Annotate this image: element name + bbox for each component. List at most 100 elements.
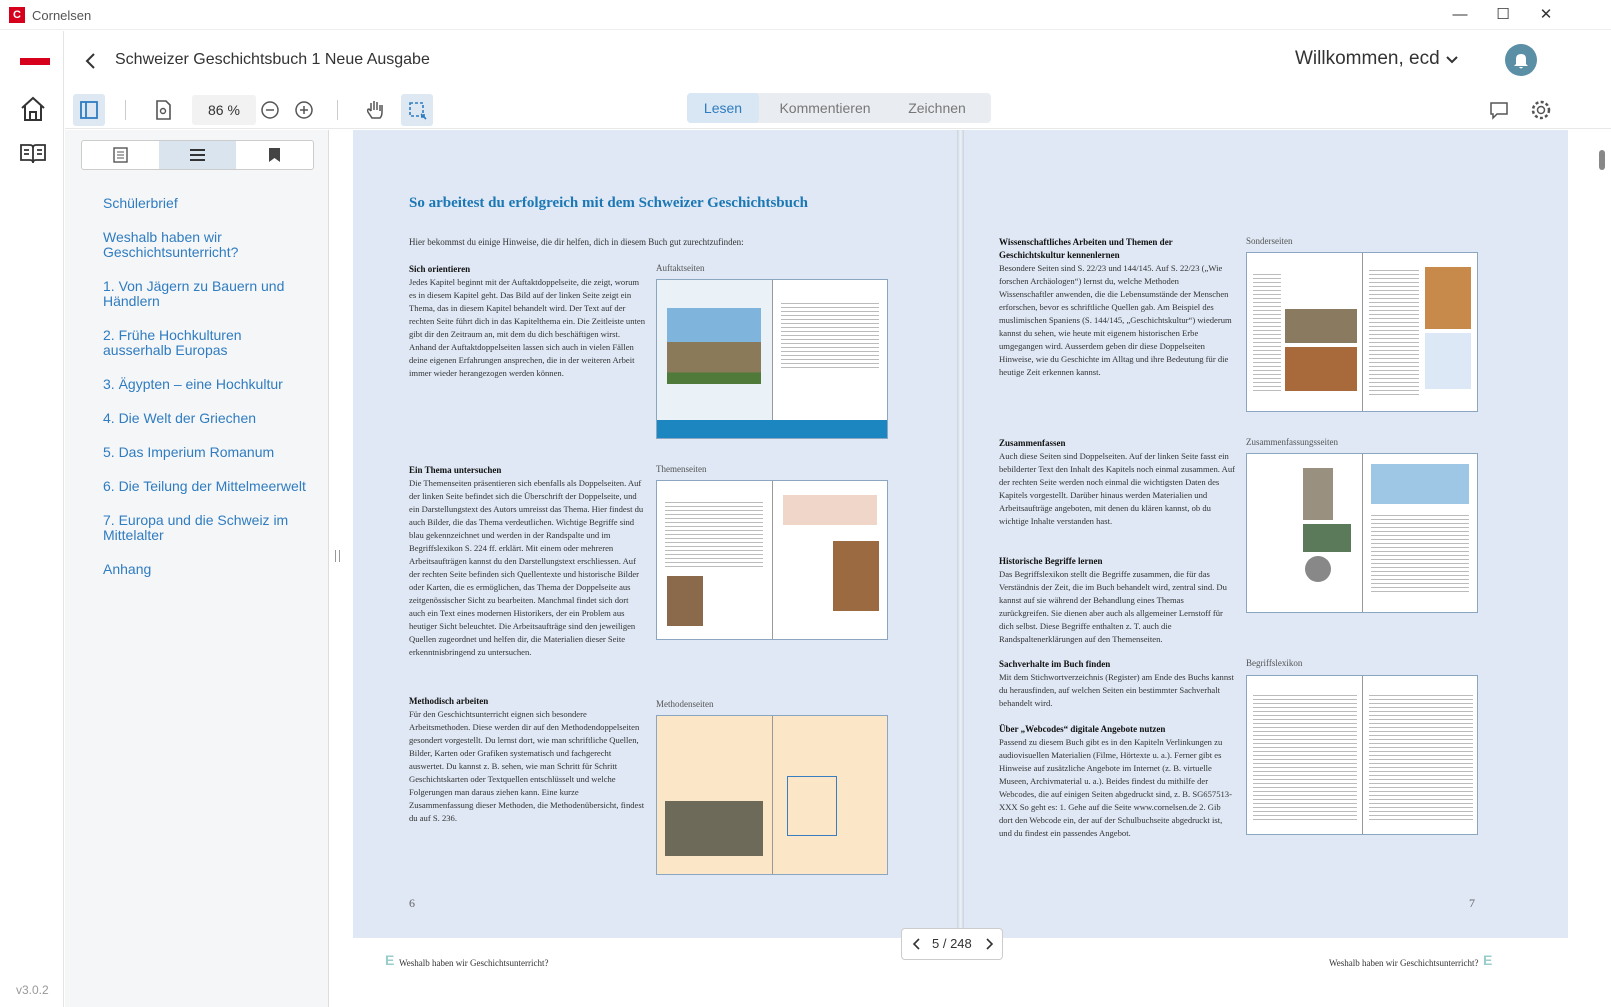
- photo: [1285, 309, 1357, 343]
- zoom-out-button[interactable]: [254, 94, 286, 126]
- thumb-left-half: [1247, 676, 1362, 834]
- fit-page-button[interactable]: [147, 94, 179, 126]
- pan-tool-button[interactable]: [359, 94, 391, 126]
- section-text: Passend zu diesem Buch gibt es in den Ka…: [999, 737, 1232, 838]
- painting: [667, 576, 703, 626]
- section-begriffe: Historische Begriffe lernen Das Begriffs…: [999, 555, 1235, 646]
- toc-item[interactable]: Schülerbrief: [103, 196, 313, 211]
- page-indicator[interactable]: 5 / 248: [932, 936, 972, 951]
- zoom-select[interactable]: 86 %: [192, 95, 256, 125]
- toc-item[interactable]: 4. Die Welt der Griechen: [103, 411, 313, 426]
- book-title: Schweizer Geschichtsbuch 1 Neue Ausgabe: [115, 51, 430, 68]
- historical-painting: [665, 801, 763, 856]
- selection-icon: [409, 102, 427, 120]
- tower-photo: [1425, 267, 1471, 329]
- toc-item[interactable]: 7. Europa und die Schweiz im Mittelalter: [103, 513, 313, 543]
- footer-mark: E: [1483, 952, 1493, 968]
- tab-zeichnen[interactable]: Zeichnen: [891, 93, 983, 123]
- tab-kommentieren[interactable]: Kommentieren: [767, 93, 883, 123]
- statue-photo: [1303, 468, 1333, 520]
- tab-bookmarks[interactable]: [236, 141, 313, 169]
- cornelsen-logo-icon: C: [9, 7, 25, 23]
- thumbnail-zusammenfassungsseiten: [1246, 453, 1478, 613]
- section-title: Historische Begriffe lernen: [999, 556, 1103, 566]
- close-button[interactable]: ✕: [1526, 4, 1566, 26]
- home-icon[interactable]: [19, 95, 47, 123]
- section-title: Sich orientieren: [409, 264, 471, 274]
- thumb-left-half: [1247, 454, 1362, 612]
- thumb-right-half: [773, 280, 888, 438]
- zoom-value: 86 %: [208, 102, 240, 118]
- illustration: [833, 541, 879, 611]
- tab-lesen[interactable]: Lesen: [687, 93, 759, 123]
- sidebar-resize-handle[interactable]: [331, 130, 343, 1007]
- notifications-button[interactable]: [1505, 44, 1537, 76]
- section-text: Die Themenseiten präsentieren sich ebenf…: [409, 478, 644, 657]
- comments-icon: [1490, 102, 1508, 120]
- section-title: Sachverhalte im Buch finden: [999, 659, 1111, 669]
- tab-contents[interactable]: [159, 141, 236, 169]
- thumbnails-icon: [113, 147, 128, 163]
- section-title: Ein Thema untersuchen: [409, 465, 502, 475]
- app-title: Cornelsen: [32, 8, 92, 23]
- section-text: Jedes Kapitel beginnt mit der Auftaktdop…: [409, 277, 646, 378]
- toc-item[interactable]: 5. Das Imperium Romanum: [103, 445, 313, 460]
- toc-item[interactable]: 6. Die Teilung der Mittelmeerwelt: [103, 479, 313, 494]
- thumb-right-half: [773, 481, 888, 639]
- text-lines: [1369, 267, 1419, 397]
- settings-button[interactable]: [1525, 94, 1557, 126]
- maximize-button[interactable]: ☐: [1483, 4, 1523, 26]
- diagram: [783, 495, 877, 525]
- toc-item[interactable]: Anhang: [103, 562, 313, 577]
- comments-panel-button[interactable]: [1483, 94, 1515, 126]
- thumb-label: Auftaktseiten: [656, 263, 705, 273]
- previous-page-icon[interactable]: [910, 937, 924, 951]
- timeline-strip: [657, 420, 887, 438]
- zoom-out-icon: [261, 101, 279, 119]
- scrollbar-thumb[interactable]: [1599, 150, 1605, 170]
- tab-thumbnails[interactable]: [82, 141, 159, 169]
- toc-item[interactable]: 1. Von Jägern zu Bauern und Händlern: [103, 279, 313, 309]
- toc-item[interactable]: 2. Frühe Hochkulturen ausserhalb Europas: [103, 328, 313, 358]
- grip-icon: [335, 550, 340, 562]
- minimize-button[interactable]: —: [1440, 4, 1480, 26]
- back-arrow-icon[interactable]: [79, 49, 103, 73]
- book-viewer[interactable]: So arbeitest du erfolgreich mit dem Schw…: [343, 130, 1611, 1007]
- thumb-right-half: [1363, 253, 1478, 411]
- page-left: So arbeitest du erfolgreich mit dem Schw…: [353, 130, 957, 938]
- text-lines: [1253, 271, 1281, 391]
- bookshelf-icon[interactable]: [19, 139, 47, 167]
- section-orientieren: Sich orientieren Jedes Kapitel beginnt m…: [409, 263, 645, 380]
- section-title: Zusammenfassen: [999, 438, 1066, 448]
- section-text: Besondere Seiten sind S. 22/23 und 144/1…: [999, 263, 1232, 377]
- selection-tool-button[interactable]: [401, 94, 433, 126]
- thumb-label: Sonderseiten: [1246, 236, 1293, 246]
- bookmark-icon: [269, 148, 280, 162]
- page-navigator: 5 / 248: [901, 928, 1003, 960]
- user-menu[interactable]: Willkommen, ecd: [1295, 48, 1440, 70]
- thumbnail-sonderseiten: [1246, 252, 1478, 412]
- hand-icon: [366, 101, 383, 119]
- next-page-icon[interactable]: [982, 937, 996, 951]
- toggle-sidebar-button[interactable]: [73, 94, 105, 126]
- info-box: [1425, 333, 1471, 389]
- header: Schweizer Geschichtsbuch 1 Neue Ausgabe …: [65, 31, 1611, 91]
- toc-item[interactable]: Weshalb haben wir Geschichtsunterricht?: [103, 230, 313, 260]
- page-fit-icon: [156, 100, 171, 120]
- maps: [1371, 464, 1469, 504]
- text-lines: [1369, 692, 1473, 820]
- chevron-down-icon[interactable]: [1445, 55, 1459, 65]
- text-lines: [781, 300, 879, 370]
- section-sachverhalte: Sachverhalte im Buch finden Mit dem Stic…: [999, 658, 1235, 710]
- brand-logo: [20, 58, 50, 65]
- page-number: 6: [409, 896, 415, 910]
- zoom-in-button[interactable]: [288, 94, 320, 126]
- text-lines: [1253, 692, 1357, 820]
- footer-mark: E: [385, 952, 395, 968]
- gear-icon: [1531, 100, 1551, 120]
- text-lines: [1371, 512, 1469, 592]
- section-text: Für den Geschichtsunterricht eignen sich…: [409, 709, 645, 823]
- thumb-label: Zusammenfassungsseiten: [1246, 437, 1338, 447]
- nav-rail: v3.0.2: [0, 31, 64, 1007]
- toc-item[interactable]: 3. Ägypten – eine Hochkultur: [103, 377, 313, 392]
